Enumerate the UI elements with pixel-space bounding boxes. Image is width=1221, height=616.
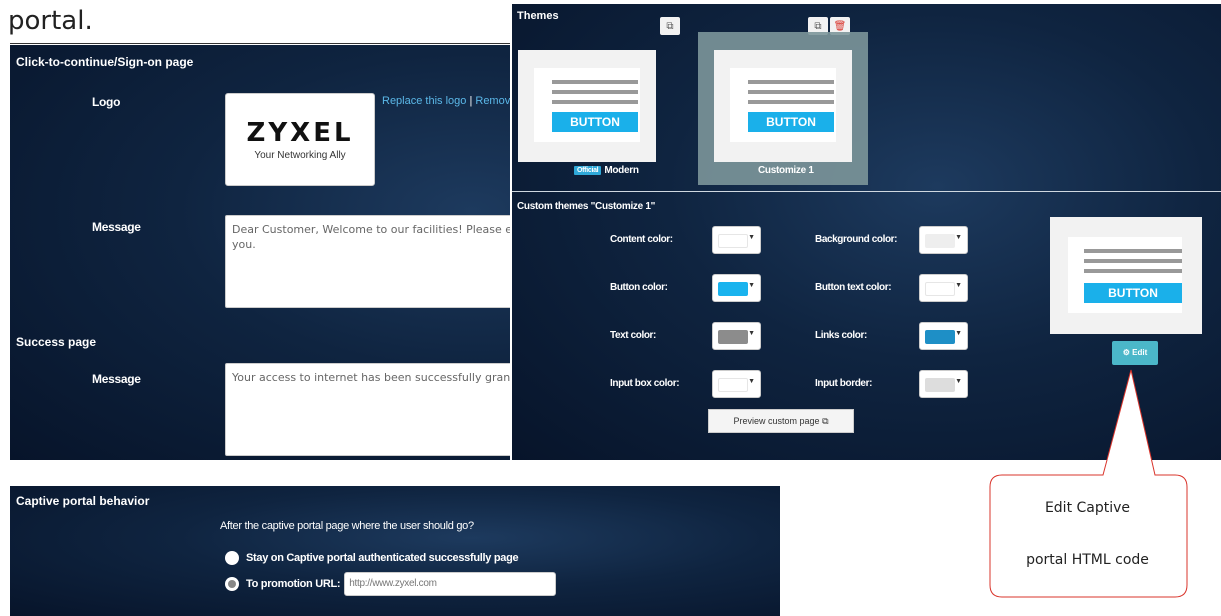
input-border-picker[interactable]: ▼ <box>919 370 968 398</box>
preview-button: BUTTON <box>1084 283 1182 303</box>
preview-line <box>1084 249 1182 253</box>
option-promo-row[interactable]: To promotion URL: http://www.zyxel.com <box>225 572 557 596</box>
input-border-label: Input border: <box>815 378 873 389</box>
caret-down-icon: ▼ <box>748 330 755 337</box>
success-heading: Success page <box>16 335 97 349</box>
preview-line <box>552 100 638 104</box>
logo-links: Replace this logo | Remov <box>382 95 510 107</box>
color-swatch <box>718 234 748 248</box>
callout-line-1: Edit Captive <box>1044 500 1131 516</box>
input-box-color-picker[interactable]: ▼ <box>712 370 761 398</box>
preview-line <box>1084 269 1182 273</box>
preview-line <box>748 80 834 84</box>
button-color-picker[interactable]: ▼ <box>712 274 761 302</box>
radio-icon[interactable] <box>225 551 239 565</box>
preview-line <box>1084 259 1182 263</box>
text-color-picker[interactable]: ▼ <box>712 322 761 350</box>
links-color-picker[interactable]: ▼ <box>919 322 968 350</box>
color-swatch <box>925 330 955 344</box>
button-color-label: Button color: <box>610 282 668 293</box>
copy-icon: ⧉ <box>814 20 822 32</box>
color-swatch <box>925 234 955 248</box>
brand-logo: ZYXEL <box>246 118 354 148</box>
preview-custom-page-button[interactable]: Preview custom page ⧉ <box>708 409 854 433</box>
theme-preview: BUTTON <box>534 68 640 142</box>
content-color-label: Content color: <box>610 234 673 245</box>
caret-down-icon: ▼ <box>955 282 962 289</box>
text-color-label: Text color: <box>610 330 656 341</box>
caret-down-icon: ▼ <box>955 330 962 337</box>
color-swatch <box>718 282 748 296</box>
trash-icon: 🗑 <box>833 20 847 32</box>
logo-preview: ZYXEL Your Networking Ally <box>225 93 375 186</box>
button-text-color-label: Button text color: <box>815 282 892 293</box>
divider <box>10 43 510 44</box>
links-color-label: Links color: <box>815 330 867 341</box>
preview-line <box>552 80 638 84</box>
theme-card-modern[interactable]: BUTTON <box>518 50 656 162</box>
caret-down-icon: ▼ <box>955 234 962 241</box>
page-top-text: portal. <box>8 6 93 36</box>
preview-line <box>748 90 834 94</box>
caret-down-icon: ▼ <box>748 234 755 241</box>
link-separator: | <box>469 95 473 107</box>
redirect-question: After the captive portal page where the … <box>220 520 474 532</box>
content-color-picker[interactable]: ▼ <box>712 226 761 254</box>
sign-on-heading: Click-to-continue/Sign-on page <box>16 55 194 69</box>
themes-panel: Themes ⧉ ⧉ 🗑 BUTTON Official Modern BUTTO… <box>510 4 1221 462</box>
caret-down-icon: ▼ <box>748 282 755 289</box>
theme-preview: BUTTON <box>1068 237 1182 313</box>
input-box-color-label: Input box color: <box>610 378 680 389</box>
official-badge: Official <box>574 165 602 175</box>
captive-behavior-panel: Captive portal behavior After the captiv… <box>10 486 780 616</box>
external-link-icon: ⧉ <box>822 416 829 426</box>
callout-line-2: portal HTML code <box>1026 552 1149 568</box>
color-swatch <box>925 378 955 392</box>
edit-html-button[interactable]: ⚙ Edit <box>1112 341 1158 365</box>
caret-down-icon: ▼ <box>748 378 755 385</box>
promo-url-input[interactable]: http://www.zyxel.com <box>344 572 557 596</box>
color-swatch <box>925 282 955 296</box>
background-color-label: Background color: <box>815 234 898 245</box>
themes-title: Themes <box>517 10 559 22</box>
replace-logo-link[interactable]: Replace this logo <box>382 95 466 107</box>
caret-down-icon: ▼ <box>955 378 962 385</box>
theme-name-modern[interactable]: Official Modern <box>574 165 639 176</box>
logo-label: Logo <box>92 95 121 109</box>
preview-line <box>748 100 834 104</box>
copy-theme-button[interactable]: ⧉ <box>660 17 680 35</box>
divider <box>512 191 1221 192</box>
copy-icon: ⧉ <box>666 20 674 32</box>
preview-button: BUTTON <box>748 112 834 132</box>
remove-logo-link[interactable]: Remov <box>475 95 510 107</box>
custom-theme-preview: BUTTON <box>1050 217 1202 334</box>
theme-preview: BUTTON <box>730 68 836 142</box>
success-message-label: Message <box>92 372 141 386</box>
option-stay-row[interactable]: Stay on Captive portal authenticated suc… <box>225 551 519 565</box>
option-promo-label[interactable]: To promotion URL: <box>246 578 341 590</box>
preview-button-label: Preview custom page <box>733 416 820 426</box>
radio-icon[interactable] <box>225 577 239 591</box>
theme-name-customize[interactable]: Customize 1 <box>758 165 814 176</box>
preview-line <box>552 90 638 94</box>
message-label: Message <box>92 220 141 234</box>
logo-tagline: Your Networking Ally <box>254 150 346 161</box>
color-swatch <box>718 330 748 344</box>
background-color-picker[interactable]: ▼ <box>919 226 968 254</box>
captive-behavior-heading: Captive portal behavior <box>16 494 150 508</box>
color-swatch <box>718 378 748 392</box>
option-stay-label[interactable]: Stay on Captive portal authenticated suc… <box>246 552 519 564</box>
preview-button: BUTTON <box>552 112 638 132</box>
edit-button-label: Edit <box>1132 348 1148 357</box>
gear-icon: ⚙ <box>1122 348 1130 357</box>
custom-themes-title: Custom themes "Customize 1" <box>517 201 656 212</box>
theme-card-customize[interactable]: BUTTON <box>714 50 852 162</box>
button-text-color-picker[interactable]: ▼ <box>919 274 968 302</box>
